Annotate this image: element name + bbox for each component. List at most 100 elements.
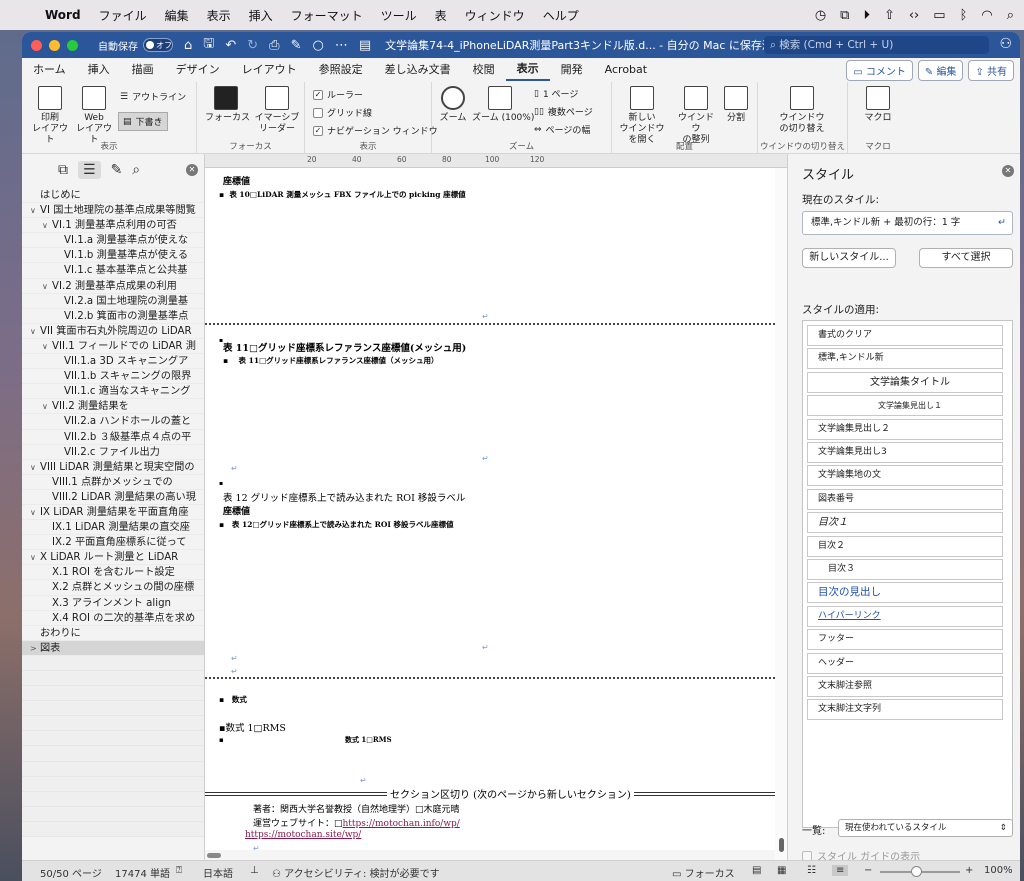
nav-item[interactable]: ∨ VIII LiDAR 測量結果と現実空間の — [22, 460, 204, 475]
minimize-window-icon[interactable] — [49, 39, 60, 51]
nav-item[interactable]: ∨ VII 箕面市石丸外院周辺の LiDAR — [22, 324, 204, 339]
bluetooth-icon[interactable]: ᛒ — [960, 8, 968, 23]
share-button[interactable]: ⇪ 共有 — [968, 60, 1014, 81]
navpane-checkbox[interactable]: ✓ ナビゲーション ウィンドウ — [313, 124, 438, 137]
style-item[interactable]: 目次１ — [807, 512, 1003, 534]
tab-home[interactable]: ホーム — [22, 58, 77, 82]
draw-icon[interactable]: ✎ — [291, 38, 302, 53]
language[interactable]: 日本語 — [203, 865, 233, 880]
nav-item[interactable]: ∨ VI 国土地理院の基準点成果等閲覧 — [22, 203, 204, 219]
edit-button[interactable]: ✎ 編集 — [917, 60, 964, 81]
horizontal-ruler[interactable]: 20 40 60 80 100 120 — [205, 154, 787, 168]
outline-list-icon[interactable]: ☰ — [78, 161, 101, 179]
nav-item[interactable]: X.4 ROI の二次的基準点を求め — [22, 611, 204, 626]
disclosure-icon[interactable]: ∨ — [42, 218, 52, 232]
tab-references[interactable]: 参照設定 — [308, 58, 374, 82]
proofing-icon[interactable]: ⍰ — [176, 865, 182, 876]
disclosure-icon[interactable]: ∨ — [30, 324, 40, 338]
tab-acrobat[interactable]: Acrobat — [594, 58, 658, 82]
tab-review[interactable]: 校閲 — [462, 58, 506, 82]
tab-developer[interactable]: 開発 — [550, 58, 594, 82]
current-style-field[interactable]: 標準,キンドル新 + 最初の行：1 字 ↵ — [802, 211, 1013, 235]
styles-close-icon[interactable]: ✕ — [1002, 165, 1014, 177]
disclosure-icon[interactable]: > — [30, 641, 40, 655]
zoom-out-icon[interactable]: − — [864, 865, 872, 876]
zoom-window-icon[interactable] — [67, 39, 78, 51]
style-item[interactable]: 文学論集見出し１ — [807, 395, 1003, 417]
horizontal-scroll-thumb[interactable] — [207, 853, 221, 858]
ruler-checkbox[interactable]: ✓ ルーラー — [313, 88, 363, 101]
style-item[interactable]: ハイパーリンク — [807, 605, 1003, 627]
nav-item[interactable]: ∨ VI.2 測量基準点成果の利用 — [22, 279, 204, 294]
more-icon[interactable]: ⋯ — [335, 38, 348, 53]
list-filter-select[interactable]: 現在使われているスタイル ⇕ — [838, 819, 1013, 837]
close-window-icon[interactable] — [31, 39, 42, 51]
immersive-reader-button[interactable]: イマーシブ リーダー — [253, 86, 301, 135]
nav-item[interactable]: VI.1.a 測量基準点が使えな — [22, 233, 204, 249]
style-item[interactable]: 文学論集見出し3 — [807, 442, 1003, 463]
tab-view[interactable]: 表示 — [505, 59, 550, 81]
doc-website-link[interactable]: https://motochan.info/wp/ — [343, 819, 460, 829]
arrange-button[interactable]: ウインドウ の整列 — [674, 86, 718, 146]
autosave-toggle[interactable]: オフ — [143, 38, 173, 52]
style-item[interactable]: 文学論集見出し２ — [807, 418, 1003, 440]
menu-edit[interactable]: 編集 — [156, 7, 198, 24]
nav-item[interactable]: VIII.1 点群かメッシュでの — [22, 475, 204, 490]
outline-view-icon[interactable]: ☷ — [807, 865, 816, 876]
nav-item[interactable]: VI.1.b 測量基準点が使える — [22, 248, 204, 264]
window-icon[interactable]: ⧉ — [840, 8, 849, 23]
play-icon[interactable]: ⏵ — [863, 8, 870, 23]
style-item[interactable]: ヘッダー — [807, 652, 1003, 674]
doc-website-link-2[interactable]: https://motochan.site/wp/ — [245, 830, 361, 840]
nav-item[interactable]: X.2 点群とメッシュの間の座標 — [22, 580, 204, 596]
print-layout-view-icon[interactable]: ▤ — [752, 865, 761, 876]
menu-app-word[interactable]: Word — [36, 8, 90, 22]
zoom-in-icon[interactable]: + — [965, 865, 973, 876]
account-icon[interactable]: ⚇ — [999, 36, 1012, 52]
nav-item[interactable]: VI.1.c 基本基準点と公共基 — [22, 263, 204, 279]
vertical-scrollbar[interactable] — [775, 168, 787, 860]
nav-item[interactable]: IX.1 LiDAR 測量結果の直交座 — [22, 520, 204, 536]
nav-item[interactable]: ∨ X LiDAR ルート測量と LiDAR — [22, 550, 204, 566]
nav-close-icon[interactable]: ✕ — [186, 164, 198, 176]
menu-view[interactable]: 表示 — [198, 7, 240, 24]
save-icon[interactable]: 🖫 — [203, 34, 214, 56]
nav-item[interactable]: VII.1.a 3D スキャニングア — [22, 354, 204, 370]
tab-design[interactable]: デザイン — [165, 58, 231, 82]
upload-icon[interactable]: ⇧ — [884, 8, 895, 23]
nav-item[interactable]: VI.2.b 箕面市の測量基準点 — [22, 309, 204, 324]
multi-page-button[interactable]: ▯▯ 複数ページ — [534, 105, 593, 119]
nav-search-icon[interactable]: ⌕ — [132, 162, 140, 178]
accessibility-status[interactable]: ⚇ アクセシビリティ: 検討が必要です — [272, 865, 440, 880]
draft-button[interactable]: ▤ 下書き — [118, 112, 168, 131]
style-item[interactable]: 目次２ — [807, 535, 1003, 557]
page-count[interactable]: 50/50 ページ — [40, 865, 102, 880]
tab-layout[interactable]: レイアウト — [231, 58, 308, 82]
nav-item[interactable]: X.3 アラインメント align — [22, 596, 204, 611]
timer-icon[interactable]: ◷ — [815, 8, 826, 23]
style-item[interactable]: 目次３ — [807, 559, 1003, 580]
focus-mode-button[interactable]: ▭ フォーカス — [672, 865, 735, 880]
nav-item[interactable]: VII.2.c ファイル出力 — [22, 445, 204, 460]
nav-item[interactable]: X.1 ROI を含むルート設定 — [22, 565, 204, 581]
tab-mailings[interactable]: 差し込み文書 — [374, 58, 462, 82]
focus-button[interactable]: フォーカス — [205, 86, 250, 124]
battery-icon[interactable]: ▭ — [933, 8, 945, 23]
menu-insert[interactable]: 挿入 — [240, 7, 282, 24]
disclosure-icon[interactable]: ∨ — [42, 279, 52, 293]
menu-window[interactable]: ウィンドウ — [456, 7, 534, 24]
print-layout-button[interactable]: 印刷 レイアウト — [30, 86, 70, 146]
menu-format[interactable]: フォーマット — [282, 7, 372, 24]
undo-icon[interactable]: ↶ — [225, 38, 236, 53]
disclosure-icon[interactable]: ∨ — [42, 339, 52, 353]
style-item[interactable]: 文学論集タイトル — [807, 371, 1003, 393]
code-icon[interactable]: ‹› — [909, 8, 919, 23]
style-item[interactable]: 文学論集地の文 — [807, 465, 1003, 487]
zoom100-button[interactable]: ズーム (100%) — [472, 86, 534, 124]
new-style-button[interactable]: 新しいスタイル... — [802, 248, 896, 268]
shape-icon[interactable]: ○ — [312, 38, 323, 53]
one-page-button[interactable]: ▯ 1 ページ — [534, 87, 578, 101]
disclosure-icon[interactable]: ∨ — [42, 399, 52, 413]
gridlines-checkbox[interactable]: グリッド線 — [313, 106, 372, 119]
vertical-scroll-thumb[interactable] — [779, 838, 784, 852]
